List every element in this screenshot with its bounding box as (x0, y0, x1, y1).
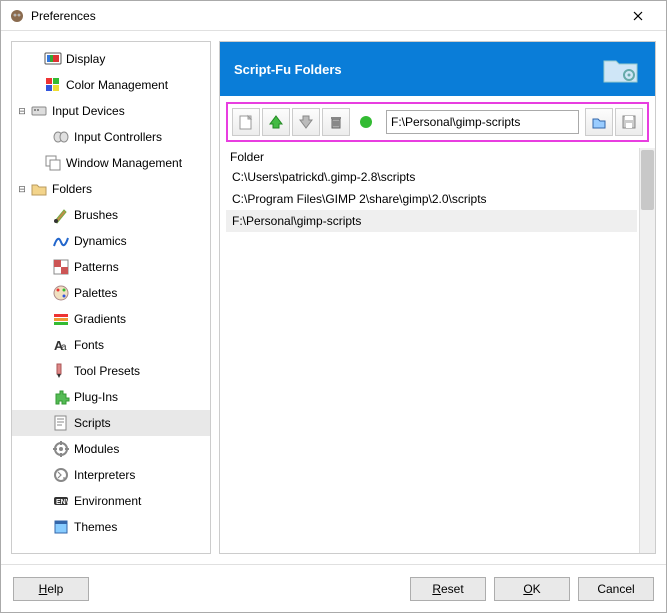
device-icon (30, 102, 48, 120)
tree-tool-presets[interactable]: Tool Presets (12, 358, 210, 384)
tree-input-controllers[interactable]: Input Controllers (12, 124, 210, 150)
content-header: Script-Fu Folders (220, 42, 655, 96)
interpreters-icon (52, 466, 70, 484)
windows-icon (44, 154, 62, 172)
list-item[interactable]: F:\Personal\gimp-scripts (226, 210, 637, 232)
tree-modules[interactable]: Modules (12, 436, 210, 462)
gradients-icon (52, 310, 70, 328)
tree-palettes[interactable]: Palettes (12, 280, 210, 306)
tree-plugins[interactable]: Plug-Ins (12, 384, 210, 410)
tree-label: Color Management (66, 78, 168, 92)
spacer (30, 53, 42, 65)
folder-toolbar (226, 102, 649, 142)
move-down-button[interactable] (292, 108, 320, 136)
tree-label: Plug-Ins (74, 390, 118, 404)
tree-folders[interactable]: ⊟ Folders (12, 176, 210, 202)
titlebar: Preferences (1, 1, 666, 31)
folder-gear-icon (601, 53, 641, 85)
column-header[interactable]: Folder (226, 148, 637, 166)
browse-button[interactable] (585, 108, 613, 136)
tree-gradients[interactable]: Gradients (12, 306, 210, 332)
tree-interpreters[interactable]: Interpreters (12, 462, 210, 488)
preferences-window: Preferences Display Color Management ⊟ I… (0, 0, 667, 613)
app-icon (9, 8, 25, 24)
delete-button[interactable] (322, 108, 350, 136)
dialog-footer: Help Reset OK Cancel (1, 564, 666, 612)
window-title: Preferences (31, 9, 618, 23)
tree-brushes[interactable]: Brushes (12, 202, 210, 228)
tree-label: Environment (74, 494, 141, 508)
content-title: Script-Fu Folders (234, 62, 342, 77)
fonts-icon: Aa (52, 336, 70, 354)
svg-text:ENV: ENV (56, 499, 70, 506)
tree-label: Input Controllers (74, 130, 162, 144)
new-folder-button[interactable] (232, 108, 260, 136)
tree-label: Scripts (74, 416, 111, 430)
scrollbar[interactable] (639, 148, 655, 553)
controller-icon (52, 128, 70, 146)
collapse-icon[interactable]: ⊟ (16, 105, 28, 117)
environment-icon: ENV (52, 492, 70, 510)
tree-label: Interpreters (74, 468, 135, 482)
toolpresets-icon (52, 362, 70, 380)
svg-text:a: a (61, 342, 67, 353)
tree-color-mgmt[interactable]: Color Management (12, 72, 210, 98)
tree-label: Input Devices (52, 104, 125, 118)
spacer (30, 157, 42, 169)
ok-button[interactable]: OK (494, 577, 570, 601)
tree-label: Tool Presets (74, 364, 140, 378)
palettes-icon (52, 284, 70, 302)
scroll-thumb[interactable] (641, 150, 654, 210)
help-button[interactable]: Help (13, 577, 89, 601)
tree-label: Display (66, 52, 105, 66)
tree-environment[interactable]: ENV Environment (12, 488, 210, 514)
dynamics-icon (52, 232, 70, 250)
scripts-icon (52, 414, 70, 432)
folder-icon (30, 180, 48, 198)
content-pane: Script-Fu Folders Folder C:\Users\patric… (219, 41, 656, 554)
modules-icon (52, 440, 70, 458)
save-button[interactable] (615, 108, 643, 136)
tree-display[interactable]: Display (12, 46, 210, 72)
tree-themes[interactable]: Themes (12, 514, 210, 540)
category-tree[interactable]: Display Color Management ⊟ Input Devices… (11, 41, 211, 554)
collapse-icon[interactable]: ⊟ (16, 183, 28, 195)
status-indicator-icon (352, 108, 380, 136)
tree-label: Gradients (74, 312, 126, 326)
spacer (30, 79, 42, 91)
folder-path-input[interactable] (386, 110, 579, 134)
cancel-button[interactable]: Cancel (578, 577, 654, 601)
tree-label: Palettes (74, 286, 117, 300)
tree-label: Dynamics (74, 234, 127, 248)
tree-label: Brushes (74, 208, 118, 222)
patterns-icon (52, 258, 70, 276)
brush-icon (52, 206, 70, 224)
tree-label: Fonts (74, 338, 104, 352)
tree-dynamics[interactable]: Dynamics (12, 228, 210, 254)
list-item[interactable]: C:\Program Files\GIMP 2\share\gimp\2.0\s… (226, 188, 637, 210)
plugins-icon (52, 388, 70, 406)
tree-label: Patterns (74, 260, 119, 274)
move-up-button[interactable] (262, 108, 290, 136)
body: Display Color Management ⊟ Input Devices… (1, 31, 666, 564)
tree-label: Window Management (66, 156, 182, 170)
tree-label: Themes (74, 520, 117, 534)
themes-icon (52, 518, 70, 536)
tree-scripts[interactable]: Scripts (12, 410, 210, 436)
color-icon (44, 76, 62, 94)
reset-button[interactable]: Reset (410, 577, 486, 601)
list-item[interactable]: C:\Users\patrickd\.gimp-2.8\scripts (226, 166, 637, 188)
folder-list: Folder C:\Users\patrickd\.gimp-2.8\scrip… (220, 148, 655, 553)
close-button[interactable] (618, 2, 658, 30)
tree-label: Modules (74, 442, 119, 456)
tree-patterns[interactable]: Patterns (12, 254, 210, 280)
tree-window-mgmt[interactable]: Window Management (12, 150, 210, 176)
display-icon (44, 50, 62, 68)
tree-fonts[interactable]: Aa Fonts (12, 332, 210, 358)
tree-label: Folders (52, 182, 92, 196)
tree-input-devices[interactable]: ⊟ Input Devices (12, 98, 210, 124)
